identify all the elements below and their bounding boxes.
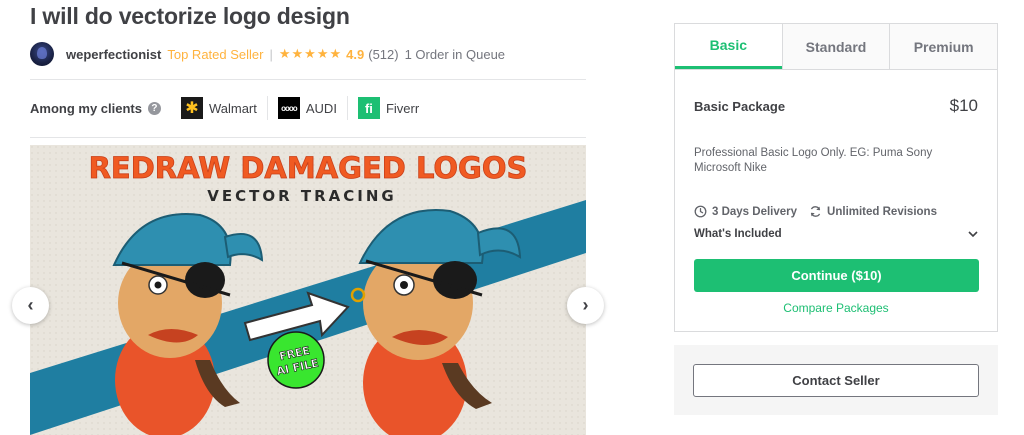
delivery-text: 3 Days Delivery	[712, 205, 798, 218]
rating-score: 4.9	[346, 46, 365, 62]
gallery-next-button[interactable]: ›	[567, 287, 604, 324]
package-price: $10	[949, 96, 978, 115]
refresh-icon	[810, 206, 821, 217]
divider	[30, 137, 586, 138]
gig-gallery-image[interactable]: REDRAW DAMAGED LOGOS VECTOR TRACING FREE…	[30, 145, 586, 435]
help-icon[interactable]: ?	[147, 101, 161, 115]
package-description: Professional Basic Logo Only. EG: Puma S…	[694, 147, 933, 174]
whats-included-toggle[interactable]: What's Included	[694, 228, 978, 240]
revisions-text: Unlimited Revisions	[827, 205, 937, 218]
rating-stars-icon: ★★★★★	[278, 46, 343, 61]
revisions: Unlimited Revisions	[809, 205, 937, 218]
clients-section: Among my clients ? ✱ Walmart oooo AUDI f…	[30, 95, 439, 121]
continue-button[interactable]: Continue ($10)	[694, 259, 979, 292]
divider	[30, 79, 586, 80]
clock-icon	[694, 205, 707, 218]
gig-title: I will do vectorize logo design	[30, 3, 350, 29]
walmart-spark-icon: ✱	[180, 97, 203, 119]
package-panel: Basic Standard Premium Basic Package $10…	[674, 23, 998, 332]
chevron-down-icon	[968, 231, 978, 238]
chevron-right-icon: ›	[582, 295, 589, 315]
gallery-prev-button[interactable]: ‹	[12, 287, 49, 324]
client-name: AUDI	[305, 100, 337, 116]
client-audi: oooo AUDI	[277, 96, 348, 120]
delivery-time: 3 Days Delivery	[694, 205, 797, 218]
tab-basic[interactable]: Basic	[675, 24, 782, 69]
package-meta: 3 Days Delivery Unlimited Revisions	[694, 205, 949, 218]
compare-packages-link[interactable]: Compare Packages	[675, 301, 997, 315]
clients-label: Among my clients	[30, 100, 142, 116]
tab-standard[interactable]: Standard	[781, 24, 890, 69]
seller-level-badge: Top Rated Seller	[167, 46, 264, 62]
tab-premium[interactable]: Premium	[889, 24, 998, 69]
seller-overview: weperfectionist Top Rated Seller | ★★★★★…	[30, 41, 505, 67]
contact-seller-button[interactable]: Contact Seller	[693, 364, 979, 397]
whats-included-label: What's Included	[694, 228, 782, 240]
orders-in-queue: 1 Order in Queue	[404, 46, 506, 62]
client-name: Walmart	[208, 100, 257, 116]
contact-seller-section: Contact Seller	[674, 345, 998, 415]
package-name: Basic Package	[694, 98, 786, 114]
gallery-subheadline: VECTOR TRACING	[207, 187, 396, 205]
review-count-link[interactable]: (512)	[368, 47, 398, 62]
client-walmart: ✱ Walmart	[180, 96, 268, 120]
seller-avatar[interactable]	[30, 42, 54, 66]
seller-name-link[interactable]: weperfectionist	[66, 47, 161, 62]
audi-rings-icon: oooo	[277, 97, 300, 119]
client-fiverr: fi Fiverr	[357, 96, 429, 120]
gallery-headline: REDRAW DAMAGED LOGOS	[89, 151, 528, 185]
package-tabs: Basic Standard Premium	[675, 24, 998, 70]
free-ai-file-badge: FREE AI FILE	[267, 331, 325, 389]
client-name: Fiverr	[385, 100, 420, 116]
package-header: Basic Package $10	[694, 96, 978, 116]
chevron-left-icon: ‹	[27, 295, 34, 315]
fiverr-logo-icon: fi	[357, 97, 380, 119]
separator: |	[269, 46, 273, 62]
